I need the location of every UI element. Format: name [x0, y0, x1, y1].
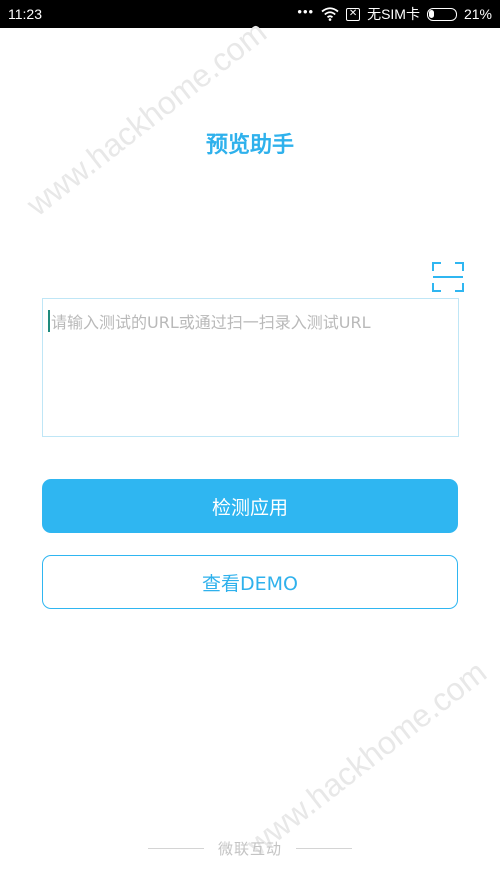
page-title: 预览助手: [205, 133, 294, 158]
wifi-icon: [321, 7, 339, 21]
sim-status-text: 无SIM卡: [367, 6, 420, 22]
battery-level: [428, 9, 434, 18]
text-cursor: [48, 310, 50, 332]
watermark-bottom: www.hackhome.com: [239, 653, 494, 863]
battery-icon: [426, 7, 457, 21]
no-sim-icon: ✕: [346, 7, 361, 21]
status-icons: ••• ✕ 无SIM卡 21%: [297, 3, 492, 23]
footer-brand: 微联互动: [217, 840, 282, 858]
battery-percent: 21%: [463, 6, 492, 22]
url-input[interactable]: [42, 298, 459, 437]
status-time: 11:23: [8, 6, 42, 22]
scan-qr-icon[interactable]: [431, 261, 465, 293]
watermark-top: www.hackhome.com: [19, 13, 274, 223]
check-app-button[interactable]: 检测应用: [42, 479, 458, 533]
view-demo-button[interactable]: 查看DEMO: [42, 555, 458, 609]
signal-dots-icon: •••: [297, 3, 315, 19]
status-bar: 11:23 ••• ✕ 无SIM卡 21%: [0, 0, 500, 28]
footer-divider-right: [296, 848, 352, 849]
